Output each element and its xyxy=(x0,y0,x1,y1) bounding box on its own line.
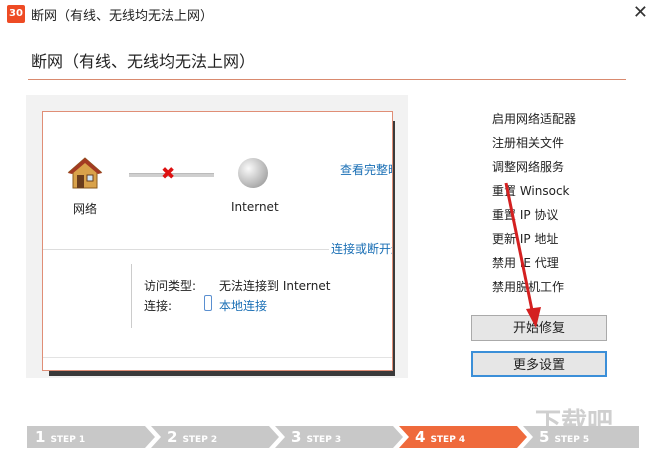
start-repair-button[interactable]: 开始修复 xyxy=(471,315,607,341)
local-connection-link[interactable]: 本地连接 xyxy=(219,297,267,314)
title-bar: 30 断网（有线、无线均无法上网） ✕ xyxy=(0,0,662,28)
internet-label: Internet xyxy=(231,200,279,214)
network-status-card: 网络 ✖ Internet 查看完整映射 连接或断开连接 访问类型: 无法连接到… xyxy=(42,111,393,371)
app-logo-icon: 30 xyxy=(7,5,25,23)
close-icon[interactable]: ✕ xyxy=(633,2,648,23)
menu-reset-winsock[interactable]: 重置 Winsock xyxy=(492,182,570,199)
menu-renew-ip[interactable]: 更新 IP 地址 xyxy=(492,230,558,247)
card-bottom-line xyxy=(43,357,392,358)
network-label: 网络 xyxy=(73,202,98,216)
menu-disable-ie-proxy[interactable]: 禁用 IE 代理 xyxy=(492,254,559,271)
window-title: 断网（有线、无线均无法上网） xyxy=(31,9,214,24)
disconnected-x-icon: ✖ xyxy=(161,164,176,184)
step-progress-bar: 1 STEP 1 2 STEP 2 3 STEP 3 4 STEP 4 5 STEP 5 xyxy=(27,426,639,448)
globe-icon xyxy=(238,158,268,188)
house-icon xyxy=(67,157,103,189)
step-1[interactable]: 1 STEP 1 xyxy=(27,426,85,448)
step-5[interactable]: 5 STEP 5 xyxy=(531,426,589,448)
step-2[interactable]: 2 STEP 2 xyxy=(159,426,217,448)
step-4[interactable]: 4 STEP 4 xyxy=(407,426,465,448)
access-type-label: 访问类型: xyxy=(144,279,197,293)
menu-register-files[interactable]: 注册相关文件 xyxy=(492,134,564,151)
view-full-map-link[interactable]: 查看完整映射 xyxy=(340,161,392,178)
header-divider xyxy=(28,79,626,80)
connection-label: 连接: xyxy=(144,299,173,313)
more-settings-button[interactable]: 更多设置 xyxy=(471,351,607,377)
menu-adjust-services[interactable]: 调整网络服务 xyxy=(492,158,564,175)
step-3[interactable]: 3 STEP 3 xyxy=(283,426,341,448)
menu-disable-offline[interactable]: 禁用脱机工作 xyxy=(492,278,564,295)
connect-disconnect-link[interactable]: 连接或断开连接 xyxy=(329,240,392,257)
access-type-value: 无法连接到 Internet xyxy=(219,279,331,293)
menu-reset-ip-protocol[interactable]: 重置 IP 协议 xyxy=(492,206,558,223)
page-title: 断网（有线、无线均无法上网） xyxy=(31,52,256,71)
menu-enable-adapter[interactable]: 启用网络适配器 xyxy=(492,110,576,127)
info-separator xyxy=(131,264,132,328)
plug-icon xyxy=(204,295,212,311)
